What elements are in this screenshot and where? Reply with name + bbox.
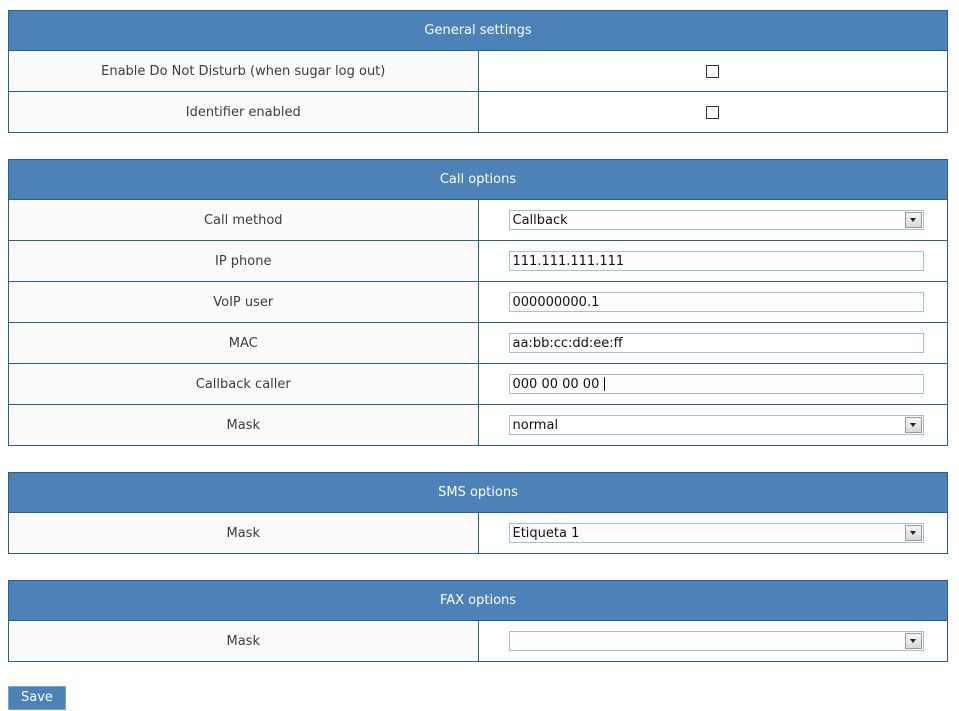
section-header-sms: SMS options [9,473,948,513]
chevron-down-icon[interactable] [905,212,922,228]
general-settings-section: General settings Enable Do Not Disturb (… [8,10,948,133]
identifier-checkbox[interactable] [706,106,719,119]
chevron-down-icon[interactable] [905,633,922,649]
field-label-fax-mask: Mask [9,621,479,662]
field-label-dnd: Enable Do Not Disturb (when sugar log ou… [9,51,479,92]
call-options-section: Call options Call method Callback IP pho… [8,159,948,446]
call-method-select-value: Callback [510,213,904,228]
field-label-callback-caller: Callback caller [9,364,479,405]
section-header-fax: FAX options [9,581,948,621]
table-row: Enable Do Not Disturb (when sugar log ou… [9,51,948,92]
save-button[interactable]: Save [8,686,66,710]
table-row: MAC [9,323,948,364]
table-row: Call method Callback [9,200,948,241]
ip-phone-input[interactable] [509,251,924,271]
table-row: IP phone [9,241,948,282]
field-label-call-mask: Mask [9,405,479,446]
sms-options-section: SMS options Mask Etiqueta 1 [8,472,948,554]
call-mask-select-value: normal [510,418,904,433]
sms-mask-select-value: Etiqueta 1 [510,526,904,541]
field-label-mac: MAC [9,323,479,364]
field-label-ip-phone: IP phone [9,241,479,282]
field-label-voip-user: VoIP user [9,282,479,323]
fax-mask-select[interactable] [509,631,924,651]
table-row: Mask [9,621,948,662]
section-header-general: General settings [9,11,948,51]
sms-mask-select[interactable]: Etiqueta 1 [509,523,924,543]
chevron-down-icon[interactable] [905,417,922,433]
table-row: Identifier enabled [9,92,948,133]
text-caret [604,377,605,391]
field-label-sms-mask: Mask [9,513,479,554]
table-row: Mask Etiqueta 1 [9,513,948,554]
fax-options-section: FAX options Mask [8,580,948,662]
table-row: Callback caller [9,364,948,405]
chevron-down-icon[interactable] [905,525,922,541]
table-row: Mask normal [9,405,948,446]
voip-user-input[interactable] [509,292,924,312]
section-header-call: Call options [9,160,948,200]
table-row: VoIP user [9,282,948,323]
dnd-checkbox[interactable] [706,65,719,78]
callback-caller-input[interactable] [509,374,924,394]
field-label-call-method: Call method [9,200,479,241]
call-mask-select[interactable]: normal [509,415,924,435]
mac-input[interactable] [509,333,924,353]
field-label-identifier: Identifier enabled [9,92,479,133]
call-method-select[interactable]: Callback [509,210,924,230]
